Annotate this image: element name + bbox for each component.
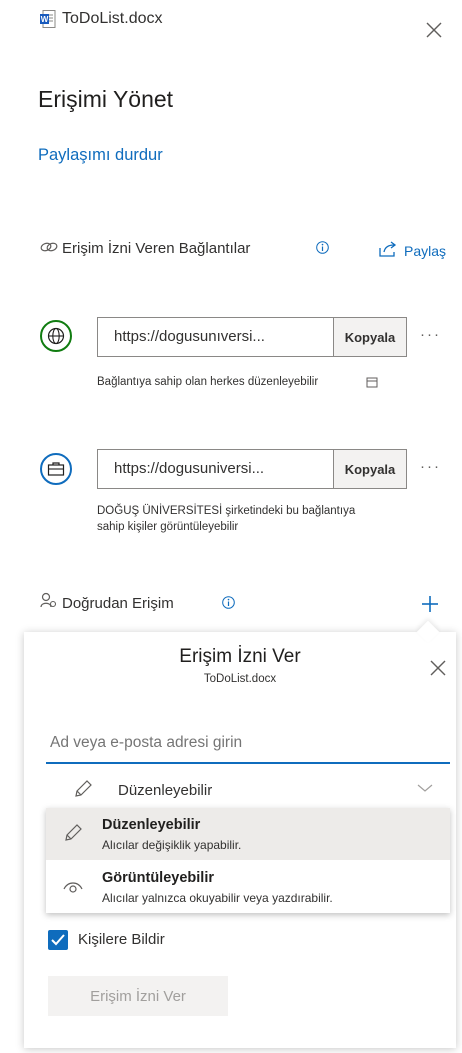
info-icon[interactable]: [222, 596, 235, 609]
checkmark-icon: [51, 934, 65, 946]
link-url-box[interactable]: https://dogusunıversi... Kopyala: [97, 317, 407, 357]
notify-label[interactable]: Kişilere Bildir: [78, 931, 165, 948]
link-description-line2: sahip kişiler görüntüleyebilir: [97, 521, 239, 533]
option-can-view[interactable]: Görüntüleyebilir Alıcılar yalnızca okuya…: [46, 861, 450, 913]
share-icon[interactable]: [378, 240, 398, 258]
copy-button[interactable]: Kopyala: [333, 450, 406, 488]
grant-panel-title: Erişim İzni Ver: [179, 646, 301, 667]
chevron-down-icon[interactable]: [416, 782, 434, 794]
link-org-badge: [40, 453, 72, 485]
direct-access-label: Doğrudan Erişim: [62, 595, 174, 612]
link-url[interactable]: https://dogusunıversi...: [98, 318, 333, 356]
pencil-icon: [65, 824, 82, 841]
word-file-icon: W: [40, 10, 56, 28]
link-description: Bağlantıya sahip olan herkes düzenleyebi…: [97, 376, 319, 388]
option-description: Alıcılar değişiklik yapabilir.: [102, 838, 242, 852]
info-icon[interactable]: [316, 241, 329, 254]
link-description-line1: DOĞUŞ ÜNİVERSİTESİ şirketindeki bu bağla…: [97, 505, 356, 517]
add-icon[interactable]: [420, 594, 440, 614]
file-name: ToDoList.docx: [62, 10, 163, 27]
page-title: Erişimi Yönet: [38, 86, 174, 112]
calendar-icon[interactable]: [366, 376, 378, 388]
more-options-icon[interactable]: ···: [420, 458, 441, 475]
more-options-icon[interactable]: ···: [420, 326, 441, 343]
close-icon[interactable]: [428, 658, 448, 678]
recipient-input[interactable]: [46, 724, 450, 764]
permission-select[interactable]: Düzenleyebilir: [46, 772, 450, 808]
copy-button[interactable]: Kopyala: [333, 318, 406, 356]
grant-panel-subtitle: ToDoList.docx: [203, 673, 277, 685]
svg-text:W: W: [41, 15, 49, 24]
pencil-icon: [75, 780, 92, 797]
briefcase-icon: [47, 462, 65, 476]
option-can-edit[interactable]: Düzenleyebilir Alıcılar değişiklik yapab…: [46, 808, 450, 860]
link-icon: [40, 242, 58, 252]
option-title: Düzenleyebilir: [102, 817, 201, 833]
notify-checkbox[interactable]: [48, 930, 68, 950]
link-globe-badge: [40, 320, 72, 352]
people-icon: [40, 592, 57, 608]
selected-permission: Düzenleyebilir: [118, 782, 213, 799]
link-url[interactable]: https://dogusuniversi...: [98, 450, 333, 488]
permission-dropdown: Düzenleyebilir Alıcılar değişiklik yapab…: [46, 808, 450, 913]
link-url-box[interactable]: https://dogusuniversi... Kopyala: [97, 449, 407, 489]
globe-icon: [47, 327, 65, 345]
option-description: Alıcılar yalnızca okuyabilir veya yazdır…: [102, 891, 333, 905]
close-icon[interactable]: [424, 20, 444, 40]
option-title: Görüntüleyebilir: [102, 870, 214, 886]
share-link[interactable]: Paylaş: [404, 243, 446, 259]
links-section-label: Erişim İzni Veren Bağlantılar: [62, 240, 251, 257]
grant-access-button[interactable]: Erişim İzni Ver: [48, 976, 228, 1016]
stop-sharing-link[interactable]: Paylaşımı durdur: [38, 146, 163, 165]
eye-icon: [63, 882, 83, 893]
